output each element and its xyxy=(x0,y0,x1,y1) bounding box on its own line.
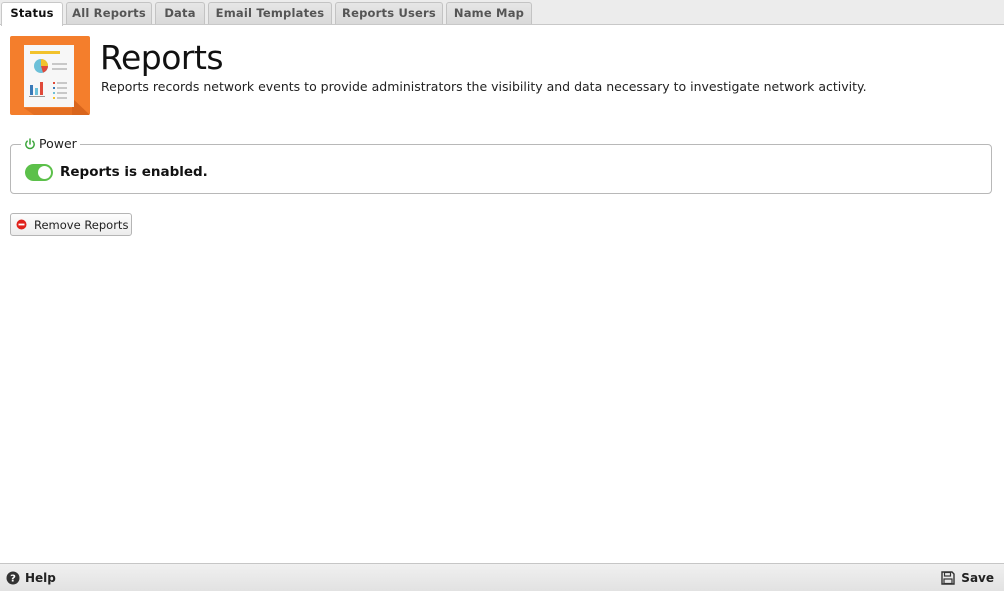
power-icon xyxy=(25,138,35,150)
reports-app-icon xyxy=(10,36,90,115)
power-toggle[interactable] xyxy=(25,164,53,181)
save-icon xyxy=(941,571,955,585)
remove-reports-label: Remove Reports xyxy=(34,217,129,232)
save-button[interactable]: Save xyxy=(941,569,994,587)
help-label: Help xyxy=(25,571,56,585)
toggle-knob xyxy=(38,166,51,179)
help-button[interactable]: ? Help xyxy=(6,569,56,587)
tab-status[interactable]: Status xyxy=(1,2,63,26)
page-title: Reports xyxy=(100,38,224,77)
tab-reports-users[interactable]: Reports Users xyxy=(335,2,443,24)
save-label: Save xyxy=(961,571,994,585)
tab-all-reports[interactable]: All Reports xyxy=(66,2,152,24)
remove-reports-button[interactable]: Remove Reports xyxy=(10,213,132,236)
tab-bar: Status All Reports Data Email Templates … xyxy=(0,0,1004,26)
power-legend: Power xyxy=(21,136,80,152)
power-legend-label: Power xyxy=(39,136,77,151)
help-icon: ? xyxy=(6,571,20,585)
tab-name-map[interactable]: Name Map xyxy=(446,2,532,24)
footer-bar: ? Help Save xyxy=(0,563,1004,591)
power-status-text: Reports is enabled. xyxy=(60,164,208,180)
tab-data[interactable]: Data xyxy=(155,2,205,24)
remove-icon xyxy=(16,219,27,230)
svg-text:?: ? xyxy=(10,574,16,585)
tab-email-templates[interactable]: Email Templates xyxy=(208,2,332,24)
page-description: Reports records network events to provid… xyxy=(101,79,867,94)
